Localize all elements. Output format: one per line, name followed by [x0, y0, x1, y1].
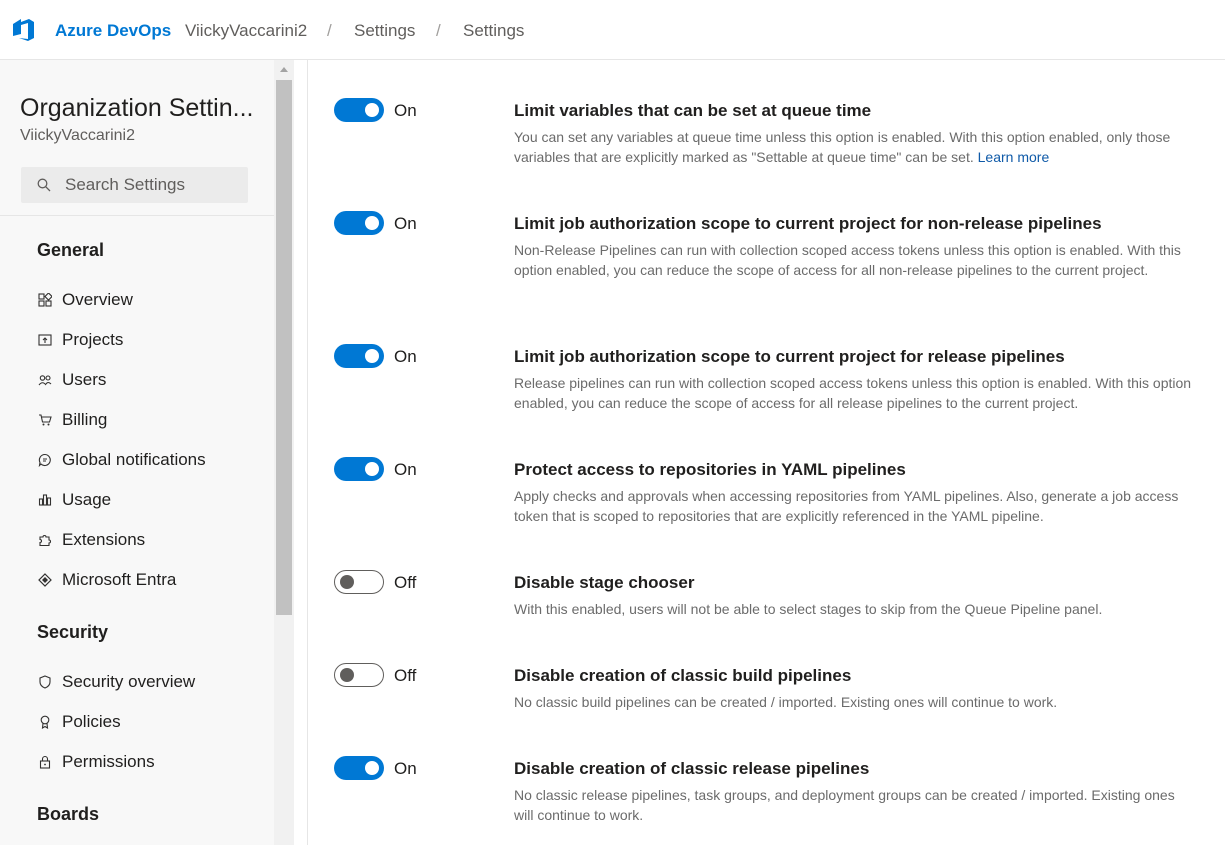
projects-icon	[37, 332, 53, 348]
breadcrumb-separator: /	[436, 21, 441, 40]
toggle-knob	[365, 462, 379, 476]
sidebar-subtitle: ViickyVaccarini2	[20, 127, 136, 144]
setting-description: Non-Release Pipelines can run with colle…	[514, 242, 1181, 278]
toggle-knob	[340, 668, 354, 682]
sidebar-item-label: Overview	[62, 290, 133, 309]
setting-description: Apply checks and approvals when accessin…	[514, 488, 1179, 524]
brand-link[interactable]: Azure DevOps	[55, 21, 171, 41]
sidebar-item-label: Microsoft Entra	[62, 570, 177, 589]
sidebar: Organization Settin... ViickyVaccarini2 …	[0, 60, 274, 845]
setting-title: Disable creation of classic build pipeli…	[514, 666, 852, 685]
toggle-state-label: On	[394, 214, 417, 233]
content-divider	[294, 60, 308, 845]
toggle-state-label: On	[394, 101, 417, 120]
setting-description: No classic release pipelines, task group…	[514, 787, 1175, 823]
breadcrumb-settings[interactable]: Settings	[354, 21, 415, 41]
toggle-knob	[365, 216, 379, 230]
users-icon	[37, 372, 53, 388]
sidebar-item-users[interactable]: Users	[37, 368, 106, 392]
sidebar-item-label: Billing	[62, 410, 108, 429]
sidebar-item-label: Users	[62, 370, 107, 389]
setting-description: You can set any variables at queue time …	[514, 127, 1194, 167]
setting-title: Limit job authorization scope to current…	[514, 214, 1102, 233]
sidebar-item-projects[interactable]: Projects	[37, 328, 123, 352]
toggle-state-label: Off	[394, 666, 417, 685]
azure-devops-logo-icon[interactable]	[11, 16, 39, 44]
search-input[interactable]	[65, 167, 245, 203]
toggle-switch[interactable]	[334, 756, 384, 780]
setting-description: No classic build pipelines can be create…	[514, 694, 1058, 710]
chat-icon	[37, 452, 53, 468]
learn-more-link[interactable]: Learn more	[978, 149, 1050, 165]
setting-title: Limit variables that can be set at queue…	[514, 101, 872, 120]
sidebar-item-label: Policies	[62, 712, 121, 731]
sidebar-scrollbar[interactable]	[274, 60, 294, 845]
sidebar-item-label: Permissions	[62, 752, 155, 771]
toggle-switch[interactable]	[334, 98, 384, 122]
sidebar-title: Organization Settin...	[20, 94, 254, 122]
usage-icon	[37, 492, 53, 508]
shield-icon	[37, 674, 53, 690]
setting-description: Release pipelines can run with collectio…	[514, 375, 1192, 411]
lock-icon	[37, 754, 53, 770]
breadcrumb-current[interactable]: Settings	[463, 21, 524, 41]
sidebar-item-global-notifications[interactable]: Global notifications	[37, 448, 206, 472]
puzzle-icon	[37, 532, 53, 548]
sidebar-item-label: Extensions	[62, 530, 146, 549]
sidebar-item-billing[interactable]: Billing	[37, 408, 107, 432]
sidebar-item-permissions[interactable]: Permissions	[37, 750, 155, 774]
overview-icon	[37, 292, 53, 308]
section-heading-security: Security	[37, 622, 109, 642]
breadcrumb-separator: /	[327, 21, 332, 40]
toggle-switch[interactable]	[334, 663, 384, 687]
sidebar-item-label: Global notifications	[62, 450, 206, 469]
setting-title: Disable creation of classic release pipe…	[514, 759, 870, 778]
toggle-state-label: On	[394, 759, 417, 778]
entra-icon	[37, 572, 53, 588]
sidebar-item-label: Usage	[62, 490, 112, 509]
toggle-switch[interactable]	[334, 457, 384, 481]
sidebar-item-policies[interactable]: Policies	[37, 710, 121, 734]
search-icon	[37, 178, 51, 192]
setting-title: Disable stage chooser	[514, 573, 695, 592]
toggle-switch[interactable]	[334, 570, 384, 594]
toggle-state-label: Off	[394, 573, 417, 592]
sidebar-item-security-overview[interactable]: Security overview	[37, 670, 195, 694]
scroll-up-arrow-icon[interactable]	[280, 67, 288, 72]
setting-description: With this enabled, users will not be abl…	[514, 601, 1103, 617]
sidebar-item-label: Projects	[62, 330, 124, 349]
section-heading-boards: Boards	[37, 804, 100, 824]
sidebar-item-usage[interactable]: Usage	[37, 488, 111, 512]
sidebar-divider	[0, 215, 274, 216]
setting-title: Protect access to repositories in YAML p…	[514, 460, 906, 479]
toggle-state-label: On	[394, 347, 417, 366]
toggle-state-label: On	[394, 460, 417, 479]
toggle-switch[interactable]	[334, 211, 384, 235]
section-heading-general: General	[37, 240, 105, 260]
top-bar: Azure DevOps ViickyVaccarini2 / Settings…	[0, 0, 1225, 60]
toggle-knob	[365, 103, 379, 117]
scrollbar-thumb[interactable]	[276, 80, 292, 615]
sidebar-item-extensions[interactable]: Extensions	[37, 528, 145, 552]
toggle-knob	[340, 575, 354, 589]
sidebar-item-overview[interactable]: Overview	[37, 288, 133, 312]
setting-title: Limit job authorization scope to current…	[514, 347, 1065, 366]
toggle-switch[interactable]	[334, 344, 384, 368]
toggle-knob	[365, 761, 379, 775]
setting-description-text: You can set any variables at queue time …	[514, 129, 1171, 165]
cart-icon	[37, 412, 53, 428]
ribbon-icon	[37, 714, 53, 730]
sidebar-item-label: Security overview	[62, 672, 196, 691]
sidebar-item-microsoft-entra[interactable]: Microsoft Entra	[37, 568, 176, 592]
breadcrumb-organization[interactable]: ViickyVaccarini2	[185, 21, 307, 41]
toggle-knob	[365, 349, 379, 363]
search-box[interactable]	[21, 167, 248, 203]
